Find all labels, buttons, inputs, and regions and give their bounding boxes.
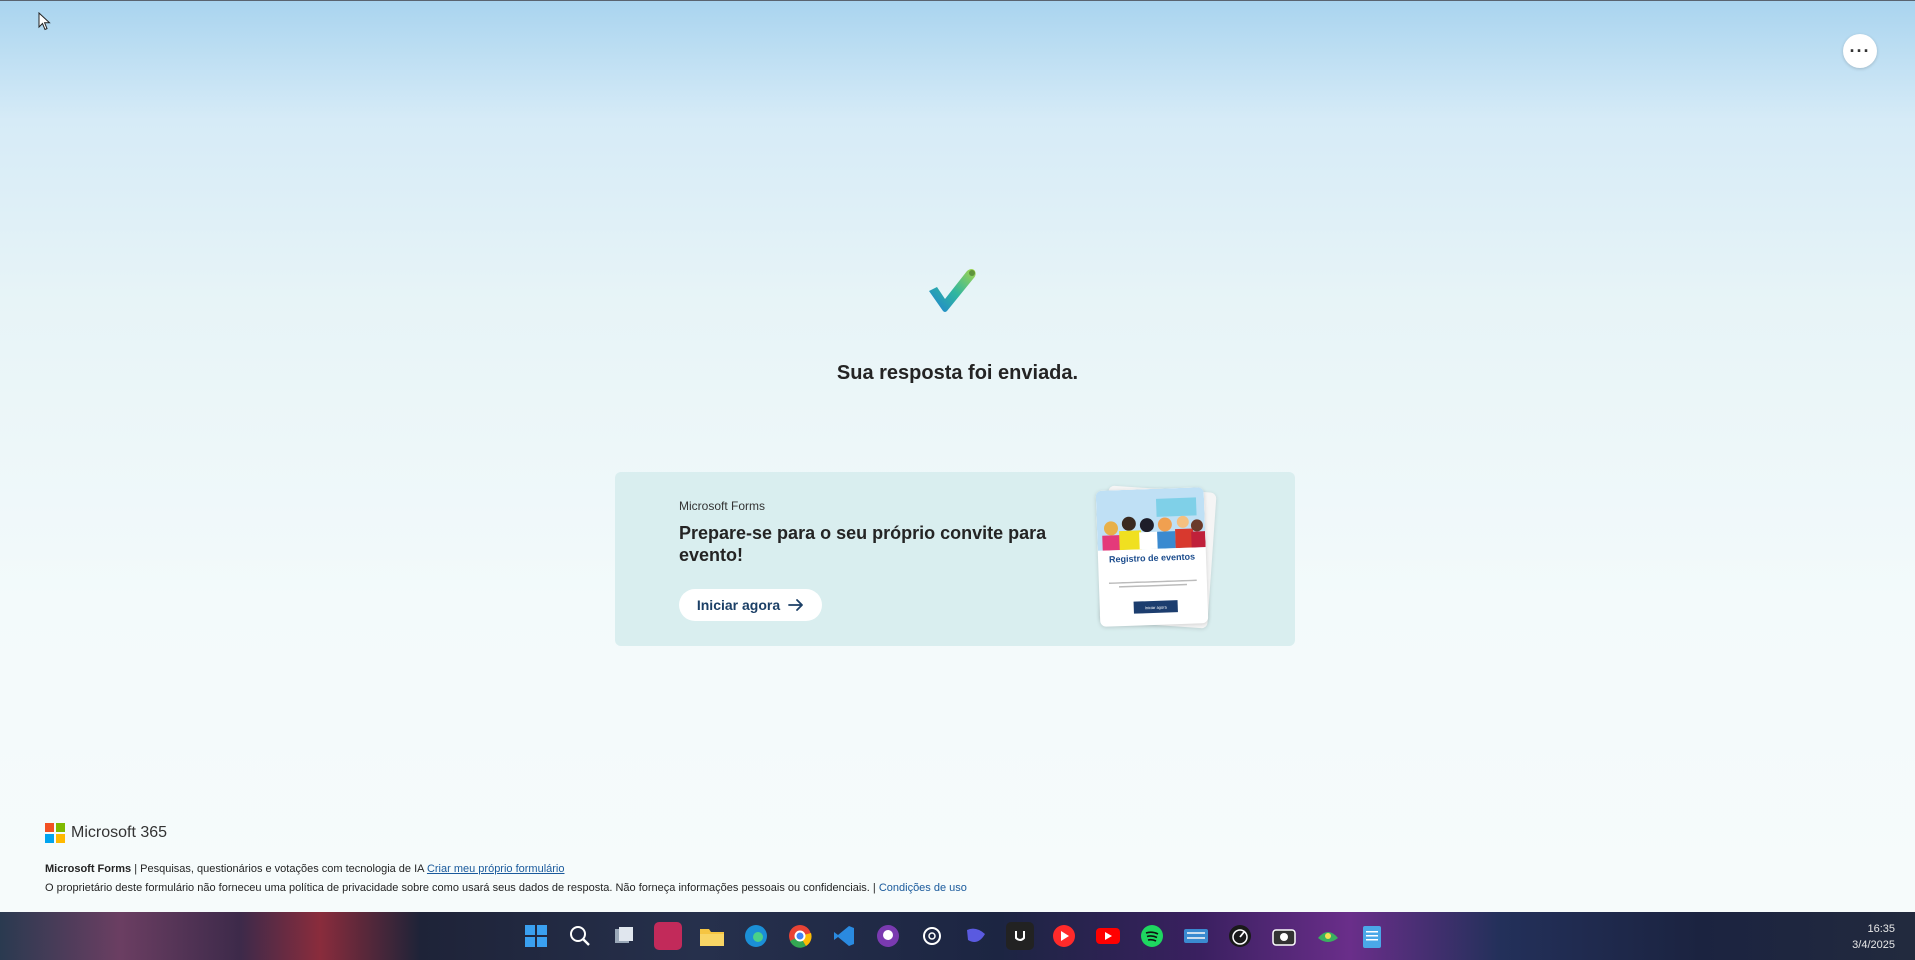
create-form-link[interactable]: Criar meu próprio formulário <box>427 863 565 875</box>
promo-title: Prepare-se para o seu próprio convite pa… <box>679 523 1047 565</box>
task-view-icon[interactable] <box>610 922 638 950</box>
app-icon[interactable] <box>1314 922 1342 950</box>
microsoft-logo-icon <box>45 823 65 843</box>
start-now-label: Iniciar agora <box>696 597 781 613</box>
footer-privacy: O proprietário deste formulário não forn… <box>45 882 967 894</box>
youtube-music-icon[interactable] <box>1050 922 1078 950</box>
youtube-icon[interactable] <box>1094 922 1122 950</box>
app-icon[interactable] <box>962 922 990 950</box>
arrow-right-icon <box>788 599 804 611</box>
vscode-icon[interactable] <box>830 922 858 950</box>
clock-time: 16:35 <box>1867 923 1895 935</box>
more-options-button[interactable]: ··· <box>1843 34 1877 68</box>
microsoft-365-logo: Microsoft 365 <box>45 823 167 843</box>
footer-tagline: Microsoft Forms | Pesquisas, questionári… <box>45 863 565 875</box>
more-options-icon: ··· <box>1849 40 1871 61</box>
spotify-icon[interactable] <box>1138 922 1166 950</box>
windows-start-icon[interactable] <box>522 922 550 950</box>
chatgpt-icon[interactable] <box>918 922 946 950</box>
github-icon[interactable] <box>874 922 902 950</box>
window-top-border <box>0 0 1915 1</box>
search-icon[interactable] <box>566 922 594 950</box>
system-clock[interactable]: 16:35 3/4/2025 <box>1852 921 1895 953</box>
clock-date: 3/4/2025 <box>1852 939 1895 951</box>
logo-text: Microsoft 365 <box>71 824 168 841</box>
checkmark-icon <box>929 269 976 312</box>
speedometer-icon[interactable] <box>1226 922 1254 950</box>
app-icon[interactable] <box>1006 922 1034 950</box>
promo-illustration: Registro de eventos Iniciar agora <box>1095 485 1217 629</box>
mouse-cursor-icon <box>38 12 51 31</box>
app-icon[interactable] <box>654 922 682 950</box>
chrome-icon[interactable] <box>786 922 814 950</box>
confirmation-message: Sua resposta foi enviada. <box>836 362 1079 384</box>
promo-card-front: Registro de eventos Iniciar agora <box>1095 487 1209 627</box>
footer-tagline-text: | Pesquisas, questionários e votações co… <box>131 863 427 875</box>
footer-product: Microsoft Forms <box>45 863 132 875</box>
people-illustration-icon <box>1095 487 1206 551</box>
start-now-button[interactable]: Iniciar agora <box>679 589 822 621</box>
promo-card: Microsoft Forms Prepare-se para o seu pr… <box>615 472 1295 646</box>
camera-icon[interactable] <box>1270 922 1298 950</box>
promo-image-heading: Registro de eventos <box>1108 551 1196 565</box>
notepad-icon[interactable] <box>1358 922 1386 950</box>
keyboard-icon[interactable] <box>1182 922 1210 950</box>
privacy-notice: O proprietário deste formulário não forn… <box>45 882 879 894</box>
edge-icon[interactable] <box>742 922 770 950</box>
promo-brand: Microsoft Forms <box>679 499 766 513</box>
terms-of-use-link[interactable]: Condições de uso <box>879 882 967 894</box>
taskbar-icons <box>522 922 1386 950</box>
file-explorer-icon[interactable] <box>698 922 726 950</box>
taskbar: 16:35 3/4/2025 <box>0 912 1915 960</box>
promo-image-cta: Iniciar agora <box>1133 600 1178 614</box>
promo-text-lines <box>1108 579 1197 588</box>
